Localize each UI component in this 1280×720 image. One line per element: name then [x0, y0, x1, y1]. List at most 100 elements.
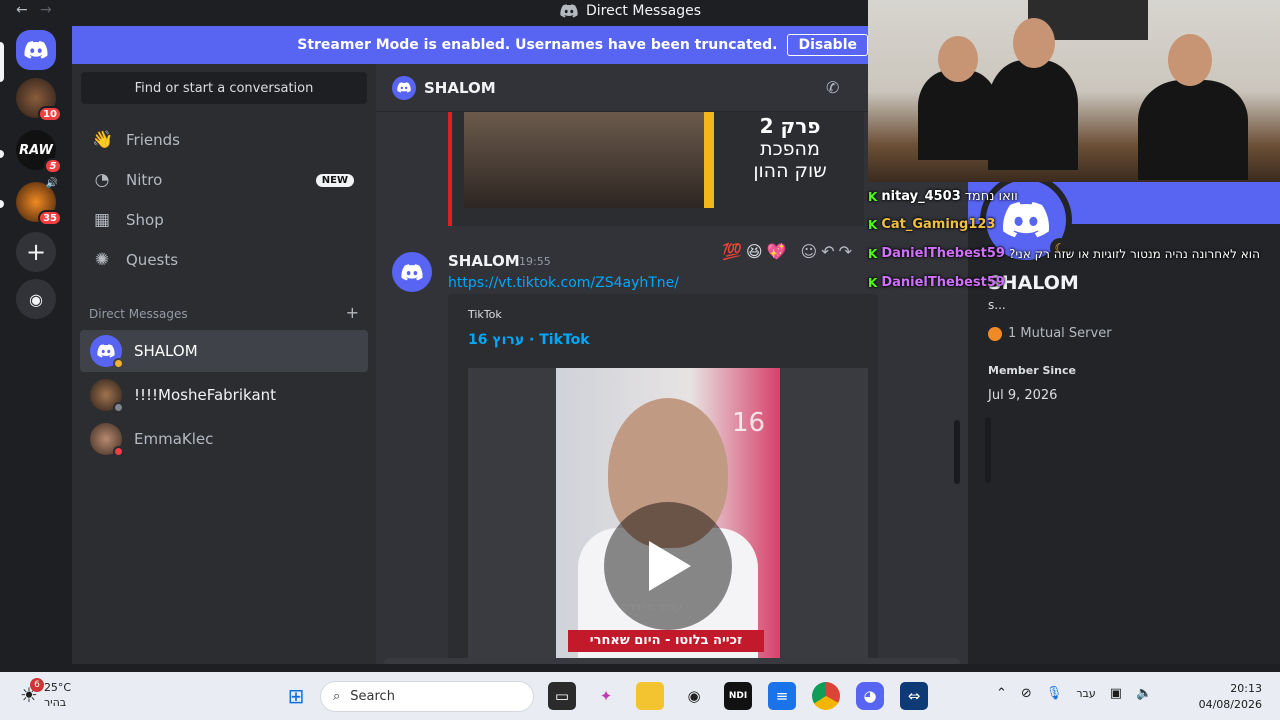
message-author[interactable]: SHALOM	[448, 252, 520, 270]
task-view-icon[interactable]: ▭	[548, 682, 576, 710]
nav-friends[interactable]: 👋 Friends	[80, 120, 368, 160]
dm-name: !!!!MosheFabrikant	[134, 386, 277, 404]
message-actions: 💯 😆 💖 ☺ ↶ ↷	[722, 236, 872, 266]
dm-item-moshe[interactable]: !!!!MosheFabrikant	[80, 374, 368, 416]
unread-pill	[0, 200, 4, 208]
video-player[interactable]: 16 קניתי מרצדס, זכייה בלוטו - היום שאחרי	[468, 368, 868, 658]
overlay-chat-line: K DanielThebest59	[868, 275, 1005, 290]
find-conversation-button[interactable]: Find or start a conversation	[81, 72, 367, 104]
start-button[interactable]: ⊞	[282, 682, 310, 710]
chat-header-name: SHALOM	[424, 78, 496, 97]
plus-icon: +	[25, 238, 47, 266]
nav-quests[interactable]: ✺ Quests	[80, 240, 368, 280]
server-raw-label: RAW	[19, 142, 53, 158]
message-timestamp: 19:55	[519, 255, 551, 268]
reply-icon[interactable]: ↶	[821, 242, 834, 261]
mutual-servers-label: 1 Mutual Server	[1008, 326, 1112, 341]
mutual-servers[interactable]: 1 Mutual Server	[988, 326, 1112, 341]
clock-time: 20:13	[1230, 682, 1262, 695]
discord-logo-icon	[24, 41, 48, 59]
kick-icon: K	[868, 217, 878, 232]
window-title: Direct Messages	[560, 3, 701, 19]
chat-scrollbar[interactable]	[954, 420, 960, 484]
nav-nitro-label: Nitro	[126, 171, 163, 189]
profile-scrollbar[interactable]	[985, 417, 991, 483]
webcam-head-3	[1168, 34, 1212, 86]
overlay-user: Cat_Gaming123	[881, 217, 996, 232]
discover-button[interactable]: ◉	[16, 279, 56, 319]
teamviewer-icon[interactable]: ⇔	[900, 682, 928, 710]
display-icon[interactable]: ▣	[1110, 686, 1122, 701]
reaction-100-icon[interactable]: 💯	[722, 242, 742, 261]
volume-icon[interactable]: 🔈	[1136, 686, 1152, 701]
streamer-mode-text: Streamer Mode is enabled. Usernames have…	[297, 37, 778, 53]
selected-pill	[0, 42, 4, 82]
back-arrow-icon[interactable]: ←	[16, 2, 28, 18]
disable-streamer-mode-button[interactable]: Disable	[787, 34, 868, 56]
obs-icon[interactable]: ◉	[680, 682, 708, 710]
kick-icon: K	[868, 246, 878, 261]
discord-logo-icon	[397, 82, 411, 93]
nitro-icon: ◔	[94, 170, 110, 190]
overlay-user: nitay_4503	[881, 189, 961, 204]
message-input[interactable]	[384, 658, 960, 664]
streamer-mode-banner: Streamer Mode is enabled. Usernames have…	[72, 26, 868, 64]
add-reaction-icon[interactable]: ☺	[801, 242, 818, 261]
overlay-chat-line: K Cat_Gaming123	[868, 217, 995, 232]
friends-icon: 👋	[92, 130, 114, 150]
weather-badge: 6	[30, 678, 44, 692]
forward-icon[interactable]: ↷	[839, 242, 852, 261]
status-offline-icon	[113, 402, 124, 413]
file-explorer-icon[interactable]	[636, 682, 664, 710]
status-idle-icon	[113, 358, 124, 369]
speaker-icon: 🔊	[45, 178, 58, 189]
profile-username: s...	[988, 298, 1006, 312]
server-icon-1[interactable]: 10	[16, 78, 62, 122]
copilot-icon[interactable]: ✦	[592, 682, 620, 710]
overlay-message: וואו נחמד	[964, 189, 1018, 204]
windows-taskbar: ☀ 25°C בהיר 6 ⊞ ⌕ Search ▭ ✦ ◉ NDI ≡ ◕ ⇔…	[0, 672, 1280, 720]
compass-icon: ◉	[29, 289, 43, 309]
message-link[interactable]: https://vt.tiktok.com/ZS4ayhTne/	[448, 275, 679, 291]
embed-line-1: פרק 2	[759, 114, 821, 138]
embed-line-2: מהפכת	[760, 138, 820, 160]
home-button[interactable]	[16, 30, 56, 70]
microphone-icon[interactable]: 🎙	[1046, 686, 1063, 701]
network-off-icon[interactable]: ⊘	[1021, 686, 1032, 701]
overlay-chat-line: K DanielThebest59 הוא לאחרונה נהיה מנטור…	[868, 246, 1260, 261]
create-dm-plus-icon[interactable]: +	[346, 305, 359, 321]
message-avatar[interactable]	[392, 252, 432, 292]
play-button[interactable]	[604, 502, 732, 630]
reaction-heart-icon[interactable]: 💖	[767, 242, 787, 261]
search-label: Search	[350, 689, 395, 704]
chevron-up-icon[interactable]: ⌃	[996, 686, 1007, 701]
webcam-person-2	[988, 60, 1078, 170]
nav-nitro[interactable]: ◔ Nitro NEW	[80, 160, 368, 200]
discord-taskbar-icon[interactable]: ◕	[856, 682, 884, 710]
server-icon-raw[interactable]: RAW 5	[16, 130, 62, 174]
channel-logo: 16	[732, 408, 766, 438]
dm-item-emma[interactable]: EmmaKlec	[80, 418, 368, 460]
nav-shop[interactable]: ▦ Shop	[80, 200, 368, 240]
overlay-user: DanielThebest59	[881, 246, 1005, 261]
discord-logo-icon	[97, 344, 115, 358]
weather-widget[interactable]: ☀ 25°C בהיר	[20, 680, 71, 710]
chrome-icon[interactable]	[812, 682, 840, 710]
add-server-button[interactable]: +	[16, 232, 56, 272]
notes-icon[interactable]: ≡	[768, 682, 796, 710]
avatar	[90, 423, 124, 457]
language-indicator[interactable]: עבר	[1076, 687, 1095, 700]
dm-item-shalom[interactable]: SHALOM	[80, 330, 368, 372]
call-icon[interactable]: ✆	[826, 78, 839, 97]
server-icon-3[interactable]: 🔊 35	[16, 178, 62, 226]
embed-title[interactable]: 16 ערוץ · TikTok	[468, 332, 590, 348]
reaction-laugh-icon[interactable]: 😆	[746, 242, 763, 261]
embed-image	[464, 112, 704, 208]
ndi-icon[interactable]: NDI	[724, 682, 752, 710]
taskbar-search[interactable]: ⌕ Search	[320, 681, 534, 712]
clock[interactable]: 20:13 04/08/2026	[1196, 681, 1262, 713]
server-list: 10 RAW 5 🔊 35 + ◉	[0, 24, 72, 664]
embed-provider: TikTok	[468, 308, 502, 321]
unread-badge: 35	[38, 210, 62, 226]
forward-arrow-icon[interactable]: →	[40, 2, 52, 18]
